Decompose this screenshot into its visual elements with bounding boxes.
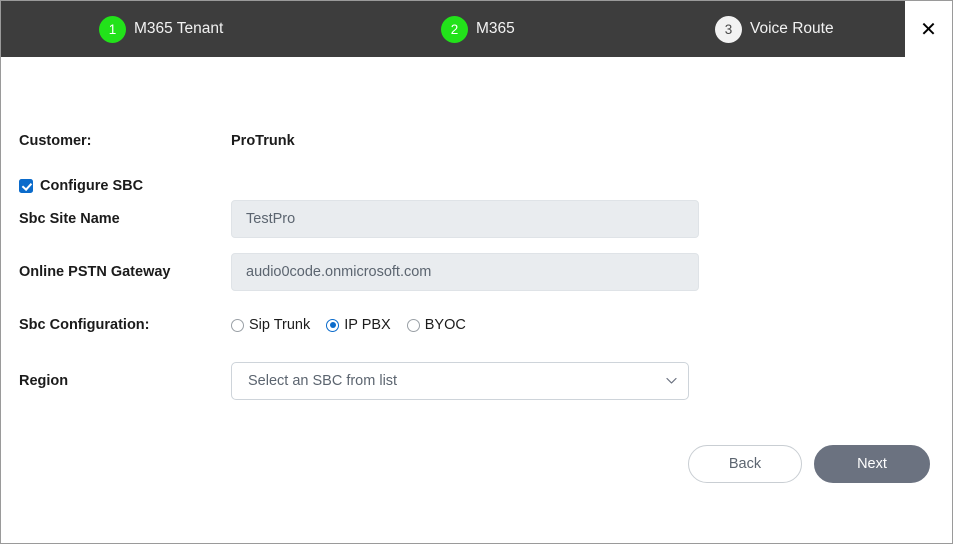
stepper-step-voice-route[interactable]: 3 Voice Route	[715, 15, 834, 43]
region-select[interactable]: Select an SBC from list	[231, 362, 689, 400]
step-label-3: Voice Route	[750, 20, 834, 37]
radio-label-ip-pbx: IP PBX	[344, 317, 391, 333]
online-pstn-gateway-row: Online PSTN Gateway	[1, 252, 952, 292]
step-number-badge-1: 1	[99, 15, 126, 43]
configure-sbc-row: Configure SBC	[1, 175, 952, 197]
back-button[interactable]: Back	[688, 445, 802, 483]
radio-option-byoc[interactable]: BYOC	[406, 317, 466, 333]
sbc-site-name-row: Sbc Site Name	[1, 199, 952, 239]
radio-label-byoc: BYOC	[424, 317, 466, 333]
close-icon: ✕	[920, 17, 937, 41]
footer-actions: Back Next	[688, 445, 930, 483]
close-button[interactable]: ✕	[905, 1, 952, 57]
customer-value: ProTrunk	[231, 133, 295, 149]
radio-option-ip-pbx[interactable]: IP PBX	[326, 317, 391, 333]
radio-option-sip-trunk[interactable]: Sip Trunk	[231, 317, 310, 333]
step-label-1: M365 Tenant	[134, 20, 224, 37]
configure-sbc-checkbox[interactable]: Configure SBC	[1, 178, 143, 194]
region-label: Region	[19, 373, 69, 389]
customer-row: Customer: ProTrunk	[1, 129, 952, 153]
step-number-badge-2: 2	[441, 15, 468, 43]
wizard-dialog: 1 M365 Tenant 2 M365 3 Voice Route ✕ Cus…	[0, 0, 953, 544]
next-button[interactable]: Next	[814, 445, 930, 483]
region-row: Region Select an SBC from list	[1, 362, 952, 400]
region-select-wrapper: Select an SBC from list	[231, 362, 689, 400]
sbc-configuration-row: Sbc Configuration: Sip Trunk IP PBX BYOC	[1, 313, 952, 337]
step-label-2: M365	[476, 20, 515, 37]
radio-circle-icon	[406, 318, 420, 332]
customer-label: Customer:	[19, 133, 92, 149]
online-pstn-gateway-input[interactable]	[231, 253, 699, 291]
radio-circle-icon	[231, 318, 244, 332]
radio-label-sip-trunk: Sip Trunk	[249, 317, 311, 333]
wizard-stepper: 1 M365 Tenant 2 M365 3 Voice Route	[1, 1, 907, 57]
sbc-site-name-label: Sbc Site Name	[19, 211, 120, 227]
sbc-configuration-radio-group: Sip Trunk IP PBX BYOC	[231, 317, 466, 333]
configure-sbc-label: Configure SBC	[40, 178, 144, 194]
sbc-configuration-label: Sbc Configuration:	[19, 317, 150, 333]
stepper-step-m365-tenant[interactable]: 1 M365 Tenant	[99, 15, 224, 43]
sbc-site-name-input[interactable]	[231, 200, 699, 238]
wizard-body: Customer: ProTrunk Configure SBC Sbc Sit…	[1, 57, 952, 543]
radio-circle-selected-icon	[326, 318, 340, 332]
checkmark-icon	[19, 179, 33, 193]
stepper-step-m365[interactable]: 2 M365	[441, 15, 515, 43]
step-number-badge-3: 3	[715, 15, 742, 43]
online-pstn-gateway-label: Online PSTN Gateway	[19, 264, 171, 280]
